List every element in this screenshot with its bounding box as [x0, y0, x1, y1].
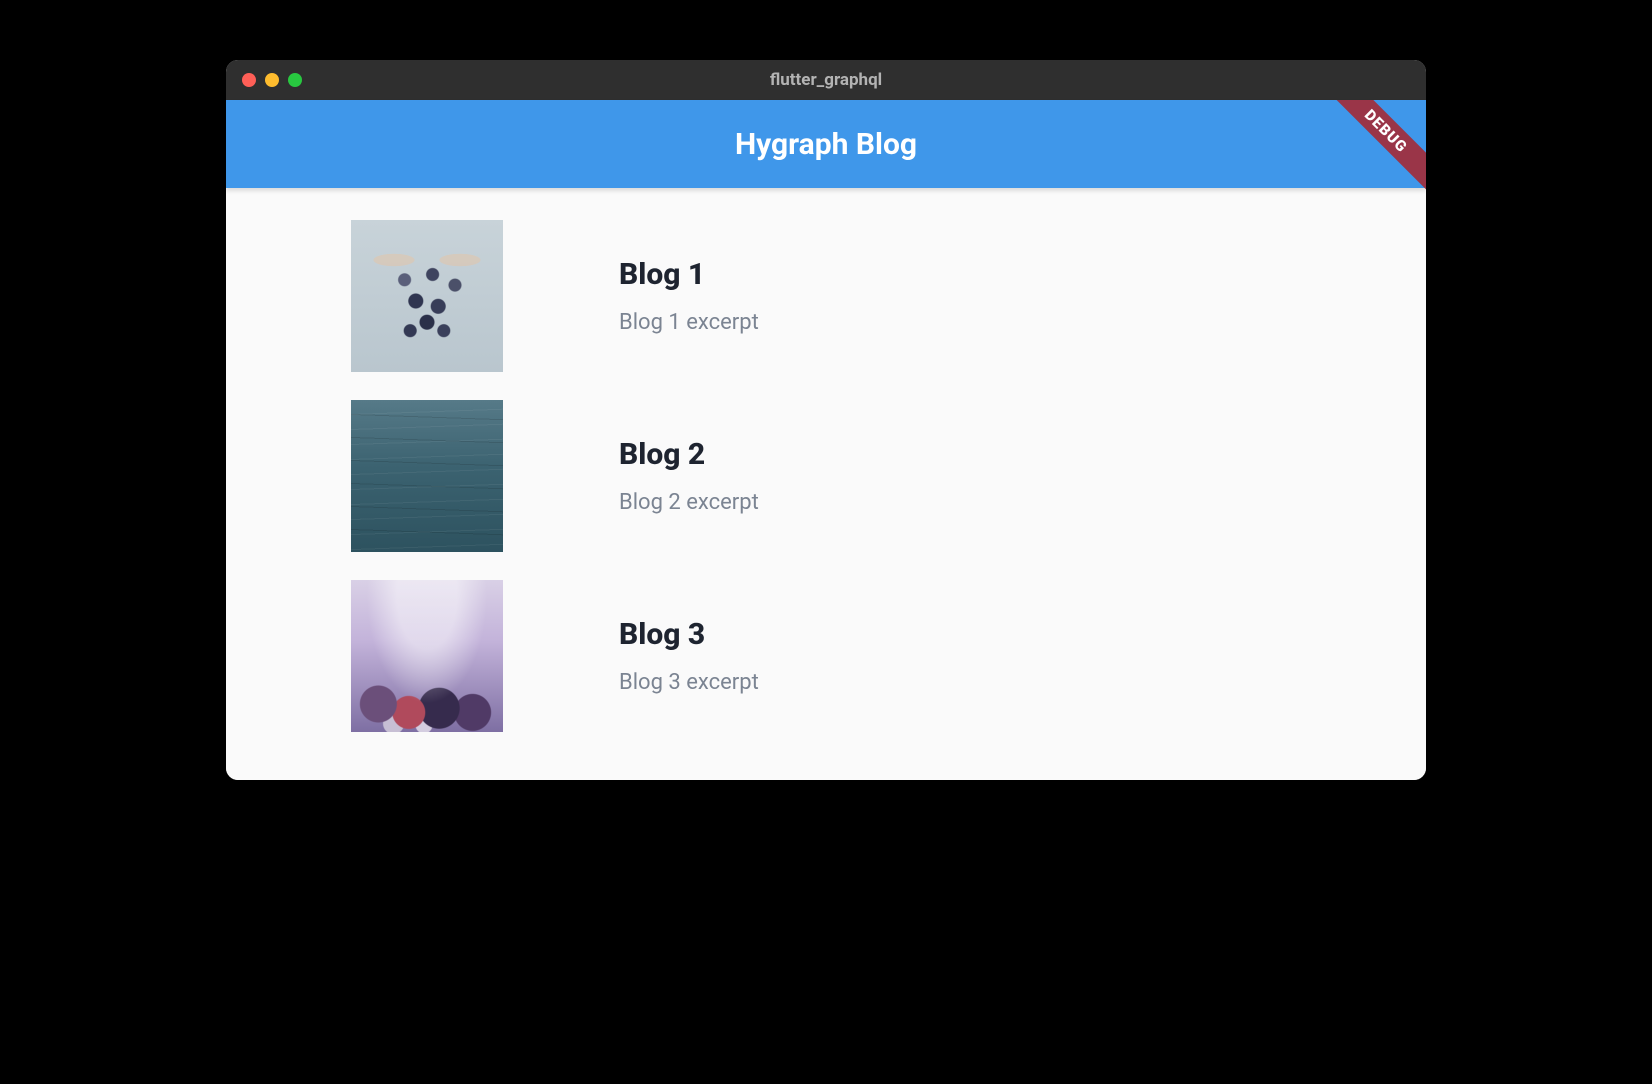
- post-title: Blog 3: [619, 617, 759, 652]
- post-text: Blog 3 Blog 3 excerpt: [619, 617, 759, 695]
- app-window: flutter_graphql Hygraph Blog DEBUG Blog …: [226, 60, 1426, 780]
- post-thumbnail: [351, 580, 503, 732]
- maximize-button[interactable]: [288, 73, 302, 87]
- debug-banner-label: DEBUG: [1320, 100, 1426, 197]
- list-item[interactable]: Blog 2 Blog 2 excerpt: [226, 400, 1426, 552]
- post-thumbnail: [351, 220, 503, 372]
- post-excerpt: Blog 2 excerpt: [619, 490, 759, 515]
- list-item[interactable]: Blog 3 Blog 3 excerpt: [226, 580, 1426, 732]
- post-excerpt: Blog 1 excerpt: [619, 310, 759, 335]
- post-text: Blog 2 Blog 2 excerpt: [619, 437, 759, 515]
- window-title: flutter_graphql: [226, 70, 1426, 90]
- post-title: Blog 2: [619, 437, 759, 472]
- post-title: Blog 1: [619, 257, 759, 292]
- appbar: Hygraph Blog DEBUG: [226, 100, 1426, 188]
- minimize-button[interactable]: [265, 73, 279, 87]
- close-button[interactable]: [242, 73, 256, 87]
- list-item[interactable]: Blog 1 Blog 1 excerpt: [226, 220, 1426, 372]
- post-thumbnail: [351, 400, 503, 552]
- appbar-title: Hygraph Blog: [735, 127, 917, 162]
- traffic-lights: [242, 73, 302, 87]
- post-excerpt: Blog 3 excerpt: [619, 670, 759, 695]
- post-text: Blog 1 Blog 1 excerpt: [619, 257, 759, 335]
- titlebar: flutter_graphql: [226, 60, 1426, 100]
- blog-list: Blog 1 Blog 1 excerpt Blog 2 Blog 2 exce…: [226, 188, 1426, 780]
